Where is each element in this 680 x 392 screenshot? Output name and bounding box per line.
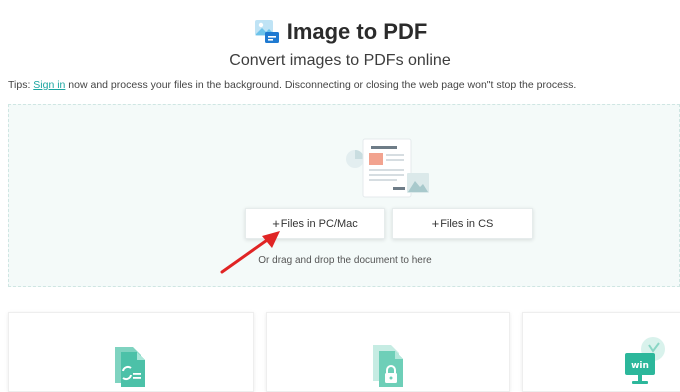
image-to-pdf-icon [253,18,281,46]
files-in-cs-button[interactable]: + Files in CS [392,208,533,239]
feature-card-platform: win [522,312,680,392]
document-illustration-icon [339,135,439,203]
page-header: Image to PDF Convert images to PDFs onli… [0,16,680,70]
tips-prefix: Tips: [8,79,34,91]
title-row: Image to PDF [0,16,680,48]
page-title: Image to PDF [286,19,428,44]
red-arrow-annotation-icon [214,228,284,278]
plus-icon: + [431,216,440,231]
windows-monitor-icon: win [621,335,671,387]
feature-card-convert [8,312,254,392]
tips-text: now and process your files in the backgr… [65,79,577,91]
drag-drop-hint: Or drag and drop the document to here [258,255,432,266]
upload-dropzone[interactable]: + Files in PC/Mac + Files in CS Or drag … [8,104,680,287]
files-in-pc-mac-label: Files in PC/Mac [280,217,358,230]
files-in-cs-label: Files in CS [440,217,494,230]
feature-card-secure [266,312,510,392]
lock-doc-icon [369,343,413,387]
page-subtitle: Convert images to PDFs online [229,52,451,69]
win-badge-label: win [631,361,649,371]
sign-in-link[interactable]: Sign in [33,79,65,91]
tips-line: Tips: Sign in now and process your files… [8,79,576,91]
convert-doc-icon [109,343,153,387]
